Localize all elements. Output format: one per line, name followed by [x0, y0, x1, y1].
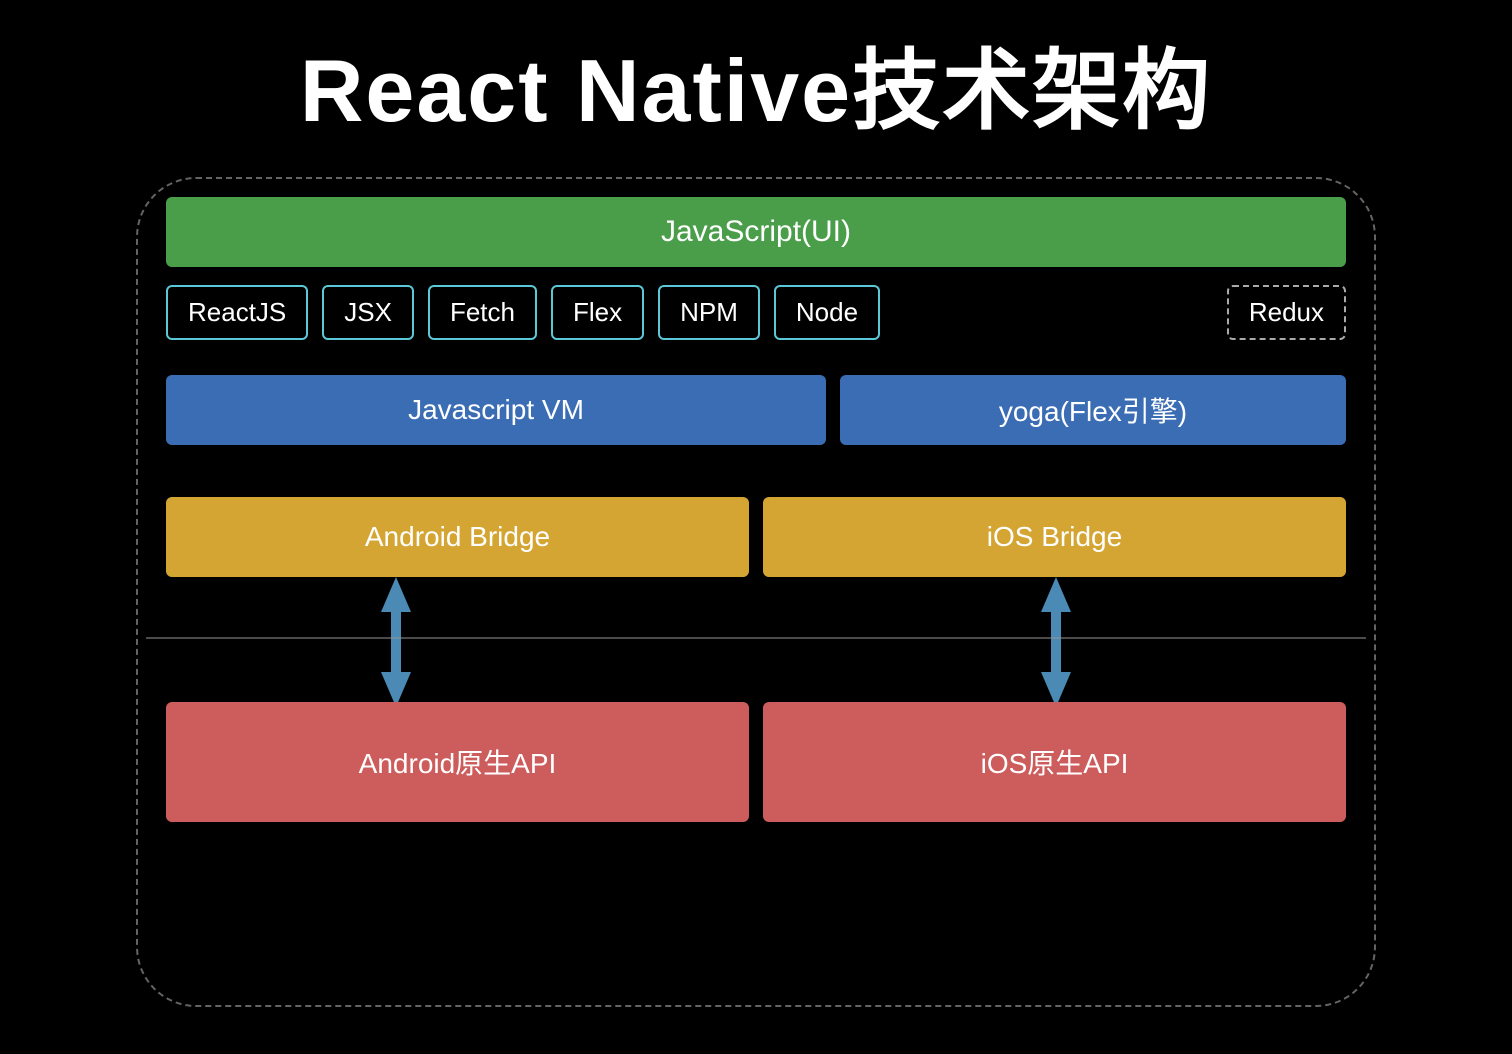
native-row: Android原生API iOS原生API: [166, 702, 1346, 822]
vm-row: Javascript VM yoga(Flex引擎): [166, 375, 1346, 445]
ios-bridge-label: iOS Bridge: [987, 521, 1122, 553]
android-bridge-label: Android Bridge: [365, 521, 550, 553]
pill-jsx: JSX: [322, 285, 414, 340]
arrow-ios: [1031, 577, 1081, 707]
page-title: React Native技术架构: [300, 20, 1212, 147]
android-bridge-bar: Android Bridge: [166, 497, 749, 577]
android-native-label: Android原生API: [359, 742, 557, 782]
ios-bridge-bar: iOS Bridge: [763, 497, 1346, 577]
ios-native-bar: iOS原生API: [763, 702, 1346, 822]
diagram: JavaScript(UI) ReactJS JSX Fetch Flex NP…: [86, 177, 1426, 1017]
js-ui-label: JavaScript(UI): [661, 215, 851, 249]
arrow-android: [371, 577, 421, 707]
pill-npm: NPM: [658, 285, 760, 340]
pill-redux: Redux: [1227, 285, 1346, 340]
divider-line: [146, 637, 1366, 639]
pill-flex: Flex: [551, 285, 644, 340]
pill-node: Node: [774, 285, 880, 340]
pills-row: ReactJS JSX Fetch Flex NPM Node Redux: [166, 285, 1346, 340]
pill-fetch: Fetch: [428, 285, 537, 340]
yoga-bar: yoga(Flex引擎): [840, 375, 1346, 445]
bridge-row: Android Bridge iOS Bridge: [166, 497, 1346, 577]
android-native-bar: Android原生API: [166, 702, 749, 822]
vm-label: Javascript VM: [408, 394, 584, 426]
js-ui-bar: JavaScript(UI): [166, 197, 1346, 267]
vm-bar: Javascript VM: [166, 375, 826, 445]
yoga-label: yoga(Flex引擎): [999, 390, 1187, 430]
pill-reactjs: ReactJS: [166, 285, 308, 340]
ios-native-label: iOS原生API: [981, 742, 1129, 782]
